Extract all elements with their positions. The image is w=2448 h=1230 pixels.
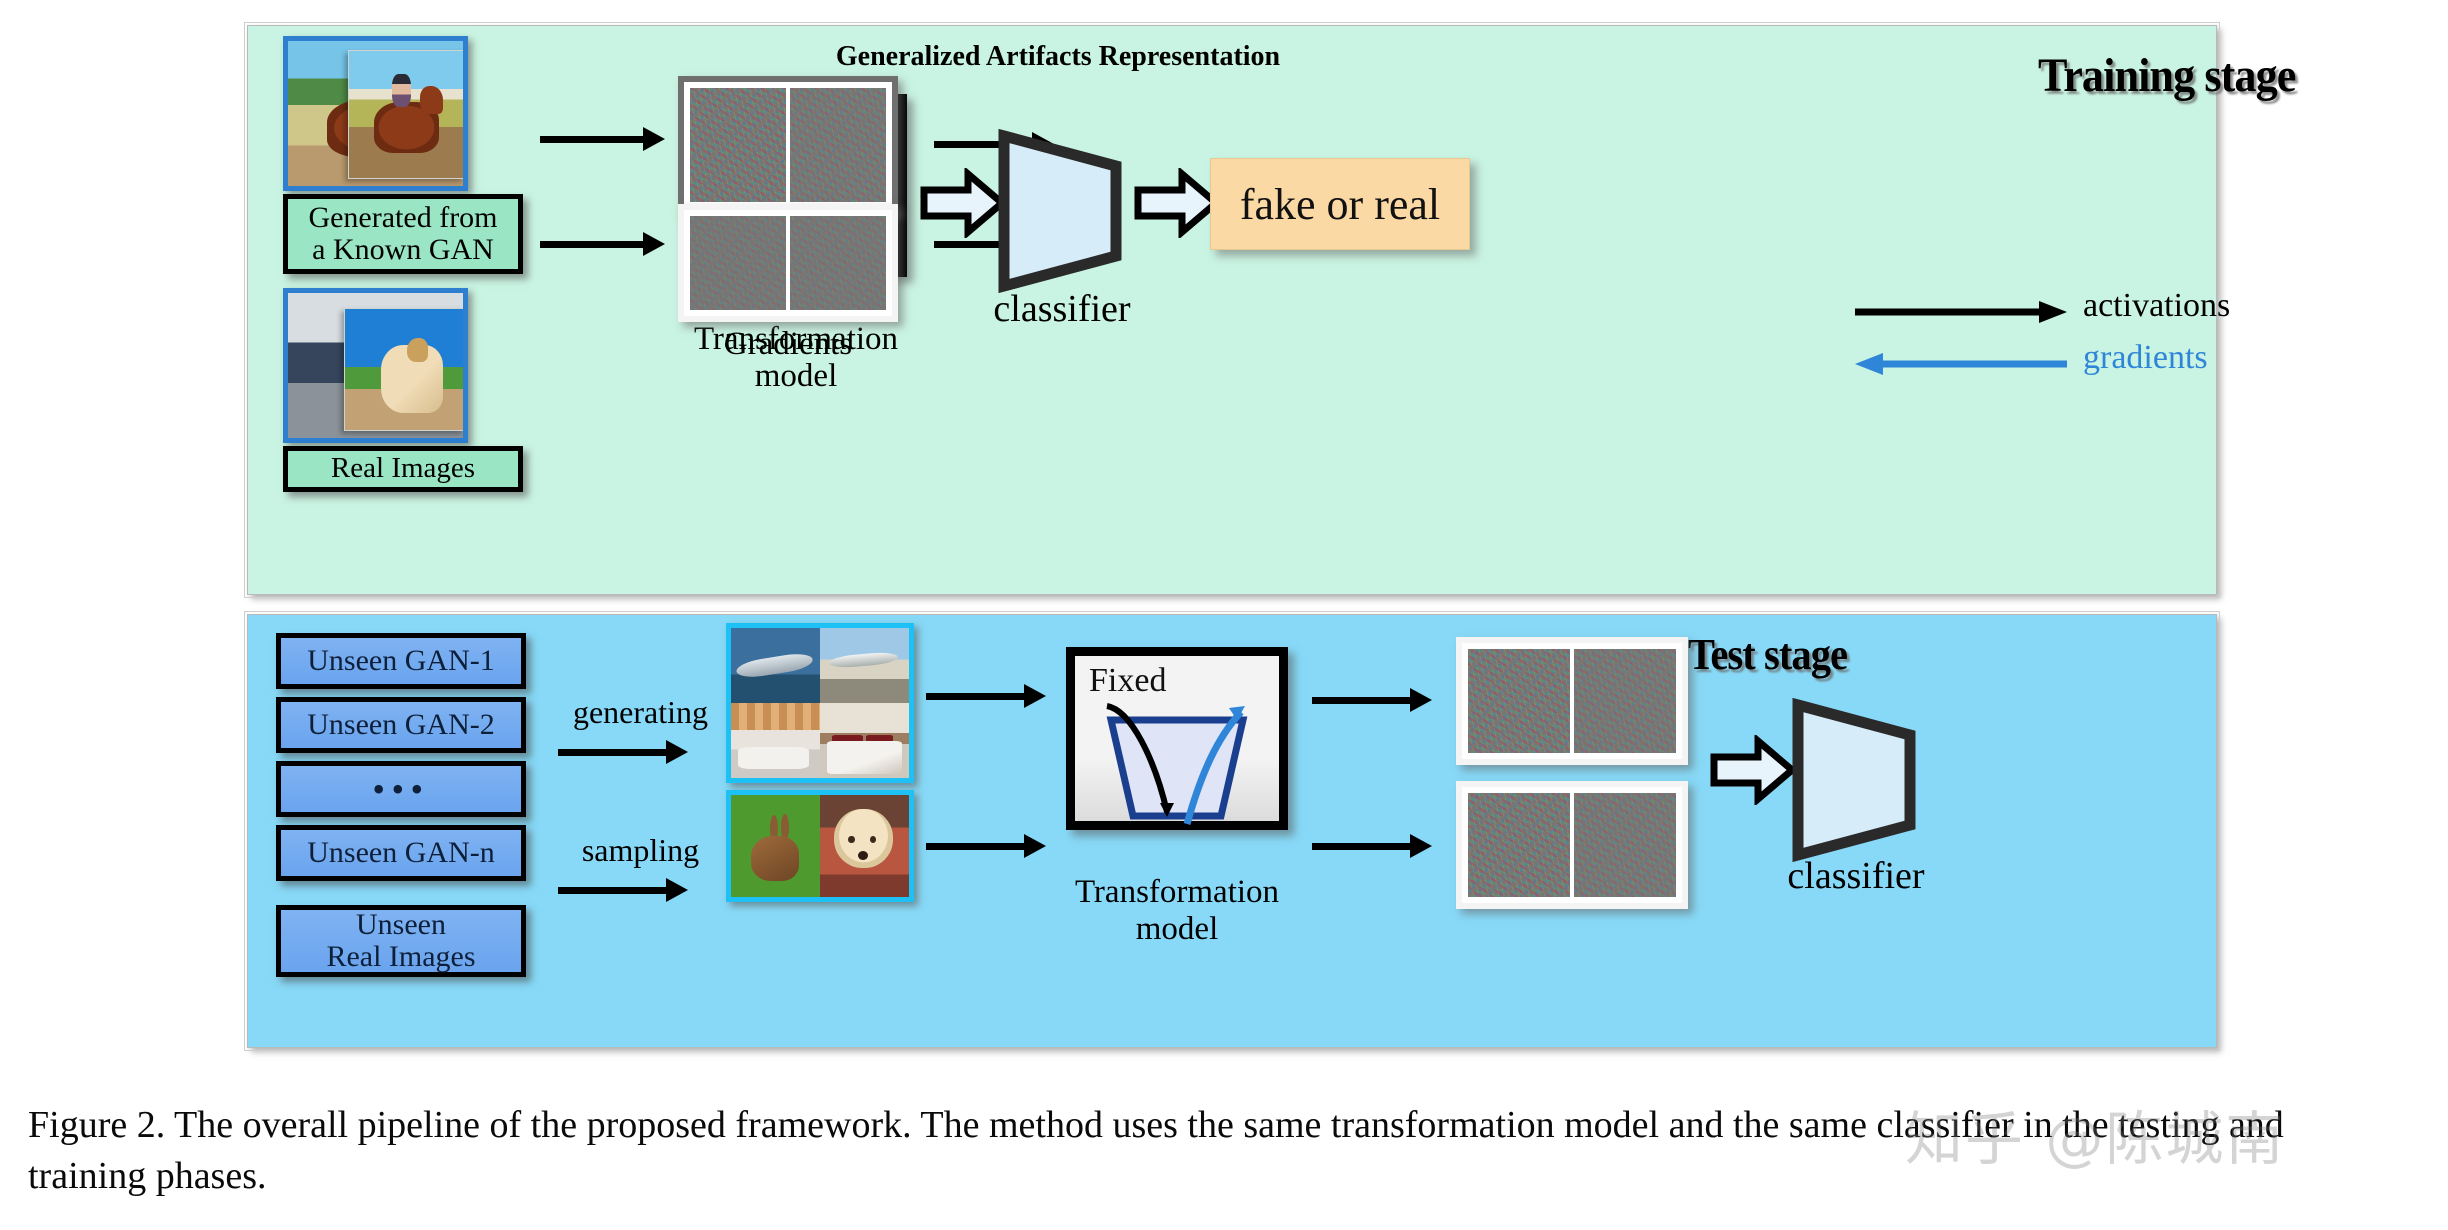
generated-from-known-gan-chip: Generated from a Known GAN [283, 194, 523, 274]
artifact-patch [790, 88, 886, 202]
unseen-real-images-box: Unseen Real Images [276, 905, 526, 977]
grid-cell-airport [820, 628, 909, 703]
test-stage-title: Test stage [1688, 630, 1848, 679]
artifact-patch [690, 88, 786, 202]
test-real-image-grid [726, 790, 914, 902]
gradients-label: Gradients [723, 326, 853, 362]
unseen-gan-n-label: Unseen GAN-n [307, 835, 495, 869]
figure-caption: Figure 2. The overall pipeline of the pr… [28, 1104, 2284, 1198]
unseen-gan-ellipsis-box: ••• [276, 761, 526, 817]
test-artifacts-tile-top [1456, 637, 1688, 765]
legend-row-activations: activations [1853, 287, 2230, 343]
generating-label: generating [572, 694, 709, 730]
unseen-gan-n-box: Unseen GAN-n [276, 825, 526, 881]
training-stage-panel: Training stage Generated from a Known GA… [244, 22, 2296, 598]
artifact-patch [1574, 793, 1676, 897]
test-generated-image-grid [726, 623, 914, 783]
unseen-gan-2-label: Unseen GAN-2 [307, 707, 495, 741]
artifact-patch [1574, 649, 1676, 753]
legend: activations gradients [1853, 287, 2230, 395]
fake-or-real-output-box: fake or real [1210, 158, 1470, 250]
real-images-label: Real Images [330, 452, 476, 485]
training-classifier-shape [998, 128, 1122, 294]
generated-image-thumbnail [283, 36, 468, 191]
training-stage-title: Training stage [2038, 49, 2296, 102]
training-classifier-label: classifier [993, 288, 1131, 330]
unseen-gan-1-box: Unseen GAN-1 [276, 633, 526, 689]
gradient-patch [790, 216, 886, 310]
activations-arrow-icon [1855, 301, 2067, 323]
artifacts-representation-tile-top [678, 76, 898, 214]
grid-cell-plane [731, 628, 820, 703]
block-arrow-to-output [1134, 168, 1220, 238]
generated-from-known-gan-label: Generated from a Known GAN [308, 200, 498, 266]
grid-cell-rabbit [731, 795, 820, 897]
legend-label-activations: activations [2083, 287, 2231, 324]
fake-or-real-label: fake or real [1239, 179, 1441, 229]
test-transformation-model-box: Fixed [1066, 647, 1288, 830]
unseen-gan-ellipsis-label: ••• [372, 769, 430, 809]
gradients-arrow-icon [1855, 353, 2067, 375]
unseen-real-images-label: Unseen Real Images [326, 907, 476, 973]
gradients-tile [678, 204, 898, 322]
transformation-trapezoid-icon [1106, 703, 1248, 825]
grid-cell-poodle [820, 795, 909, 897]
unseen-gan-2-box: Unseen GAN-2 [276, 697, 526, 753]
generalized-artifacts-representation-title: Generalized Artifacts Representation [835, 41, 1281, 72]
test-stage-panel: Test stage Unseen GAN-1 Unseen GAN-2 •••… [244, 611, 2220, 1051]
unseen-gan-1-label: Unseen GAN-1 [307, 643, 495, 677]
real-images-chip: Real Images [283, 446, 523, 492]
grid-cell-bedroom [820, 703, 909, 778]
test-artifacts-tile-bottom [1456, 781, 1688, 909]
test-classifier-shape [1792, 697, 1916, 863]
test-block-arrow-to-classifier [1710, 735, 1796, 805]
artifact-patch [1468, 649, 1570, 753]
real-image-thumbnail [283, 288, 468, 443]
test-transformation-model-caption: Transformation model [1074, 873, 1280, 947]
figure-root: Training stage Generated from a Known GA… [0, 0, 2448, 1230]
legend-label-gradients: gradients [2083, 339, 2208, 376]
test-classifier-label: classifier [1787, 855, 1925, 897]
grid-cell-bathroom [731, 703, 820, 778]
artifact-patch [1468, 793, 1570, 897]
legend-row-gradients: gradients [1853, 339, 2208, 395]
gradient-patch [690, 216, 786, 310]
sampling-label: sampling [581, 832, 700, 868]
